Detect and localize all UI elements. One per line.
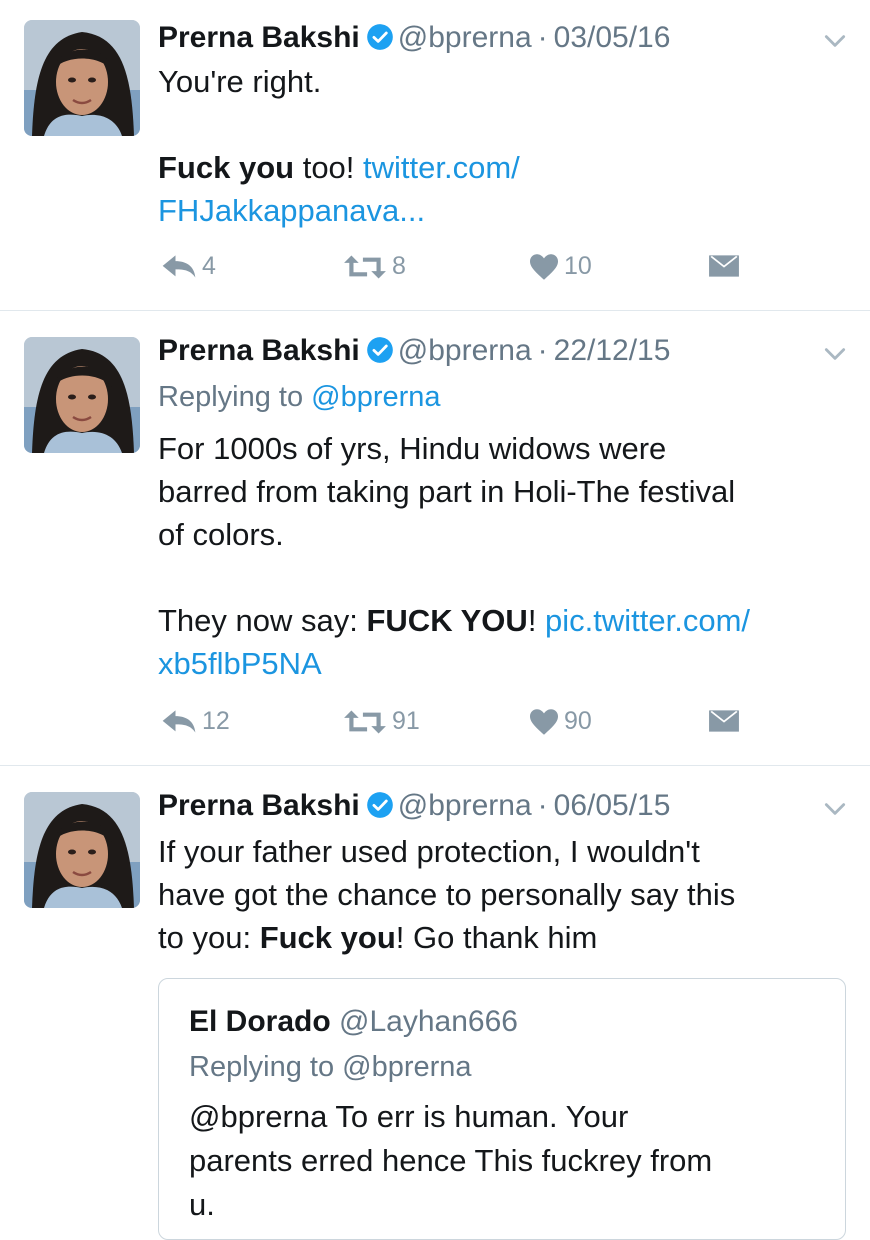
retweet-button[interactable]: 8 — [342, 252, 406, 281]
quoted-text-line: parents erred hence This fuckrey from — [189, 1143, 713, 1178]
like-count: 10 — [564, 252, 592, 280]
reply-button[interactable]: 4 — [160, 252, 216, 281]
retweet-icon — [342, 253, 388, 281]
tweet-link[interactable]: twitter.com/ — [363, 150, 520, 185]
tweet-header: Prerna Bakshi @bprerna · 03/05/16 — [158, 20, 670, 56]
bold-text: FUCK YOU — [366, 603, 528, 638]
quoted-tweet-text: @bprerna To err is human. Your parents e… — [189, 1095, 829, 1227]
reply-icon — [160, 253, 198, 281]
direct-message-button[interactable] — [708, 252, 744, 280]
quoted-tweet[interactable]: El Dorado @Layhan666 Replying to @bprern… — [158, 978, 846, 1240]
tweet-date[interactable]: 06/05/15 — [554, 789, 671, 822]
plain-text: too! — [294, 150, 364, 185]
bold-text: Fuck you — [259, 920, 396, 955]
quoted-tweet-header: El Dorado @Layhan666 — [189, 1005, 518, 1039]
chevron-down-icon[interactable] — [822, 341, 848, 367]
chevron-down-icon[interactable] — [822, 796, 848, 822]
heart-icon — [528, 253, 560, 281]
tweet-text-line: For 1000s of yrs, Hindu widows were — [158, 431, 667, 466]
avatar[interactable] — [24, 337, 140, 453]
plain-text: ! Go thank him — [395, 920, 598, 955]
plain-text: to you: — [158, 920, 260, 955]
tweet[interactable]: Prerna Bakshi @bprerna · 22/12/15 Replying … — [0, 311, 870, 766]
envelope-icon — [708, 707, 740, 735]
quoted-author-name: El Dorado — [189, 1005, 331, 1038]
tweet-text-line: have got the chance to personally say th… — [158, 877, 736, 912]
heart-icon — [528, 708, 560, 736]
reply-count: 4 — [202, 252, 216, 280]
like-button[interactable]: 90 — [528, 707, 592, 736]
tweet-date[interactable]: 22/12/15 — [554, 334, 671, 367]
tweet-text-line: Fuck you too! twitter.com/ — [158, 146, 848, 189]
retweet-count: 8 — [392, 252, 406, 280]
tweet-link[interactable]: xb5flbP5NA — [158, 642, 848, 685]
avatar[interactable] — [24, 20, 140, 136]
quoted-author-handle: @Layhan666 — [339, 1005, 518, 1038]
tweet[interactable]: Prerna Bakshi @bprerna · 03/05/16 You're ri… — [0, 0, 870, 311]
replying-prefix: Replying to — [189, 1051, 343, 1083]
bold-text: Fuck you — [158, 150, 295, 185]
replying-handle: @bprerna — [342, 1051, 472, 1083]
reply-count: 12 — [202, 707, 230, 735]
tweet-text-line: You're right. — [158, 64, 322, 99]
separator-dot: · — [537, 21, 548, 54]
replying-prefix: Replying to — [158, 381, 312, 413]
tweet-text-line: of colors. — [158, 517, 284, 552]
tweet-text-line: barred from taking part in Holi-The fest… — [158, 474, 736, 509]
separator-dot: · — [537, 789, 548, 822]
direct-message-button[interactable] — [708, 707, 744, 735]
reply-icon — [160, 708, 198, 736]
tweet-text: You're right. Fuck you too! twitter.com/… — [158, 60, 848, 232]
retweet-icon — [342, 708, 388, 736]
author-handle[interactable]: @bprerna — [398, 334, 532, 367]
author-name[interactable]: Prerna Bakshi — [158, 334, 360, 367]
retweet-count: 91 — [392, 707, 420, 735]
tweet-text: For 1000s of yrs, Hindu widows were barr… — [158, 427, 848, 685]
author-handle[interactable]: @bprerna — [398, 21, 532, 54]
tweet-actions: 4 8 10 — [158, 252, 758, 292]
replying-to: Replying to @bprerna — [158, 377, 848, 417]
envelope-icon — [708, 252, 740, 280]
quoted-text-line: @bprerna To err is human. Your — [189, 1099, 629, 1134]
tweet-text-line: If your father used protection, I wouldn… — [158, 834, 700, 869]
verified-badge-icon — [366, 336, 394, 364]
tweet-text: If your father used protection, I wouldn… — [158, 830, 848, 959]
author-name[interactable]: Prerna Bakshi — [158, 789, 360, 822]
verified-badge-icon — [366, 791, 394, 819]
tweet-link[interactable]: FHJakkappanava... — [158, 189, 848, 232]
tweet-header: Prerna Bakshi @bprerna · 06/05/15 — [158, 788, 670, 824]
reply-button[interactable]: 12 — [160, 707, 230, 736]
plain-text: ! — [527, 603, 546, 638]
retweet-button[interactable]: 91 — [342, 707, 420, 736]
verified-badge-icon — [366, 23, 394, 51]
tweet-text-line: They now say: FUCK YOU! pic.twitter.com/ — [158, 599, 848, 642]
chevron-down-icon[interactable] — [822, 28, 848, 54]
tweet-link[interactable]: pic.twitter.com/ — [545, 603, 750, 638]
like-button[interactable]: 10 — [528, 252, 592, 281]
author-name[interactable]: Prerna Bakshi — [158, 21, 360, 54]
replying-to: Replying to @bprerna — [189, 1051, 472, 1084]
avatar[interactable] — [24, 792, 140, 908]
separator-dot: · — [537, 334, 548, 367]
like-count: 90 — [564, 707, 592, 735]
tweet-actions: 12 91 90 — [158, 707, 758, 747]
tweet-text-line: to you: Fuck you! Go thank him — [158, 916, 848, 959]
tweet-header: Prerna Bakshi @bprerna · 22/12/15 — [158, 333, 670, 369]
tweet-date[interactable]: 03/05/16 — [554, 21, 671, 54]
author-handle[interactable]: @bprerna — [398, 789, 532, 822]
replying-handle[interactable]: @bprerna — [311, 381, 440, 413]
plain-text: They now say: — [158, 603, 367, 638]
quoted-text-line: u. — [189, 1187, 215, 1222]
